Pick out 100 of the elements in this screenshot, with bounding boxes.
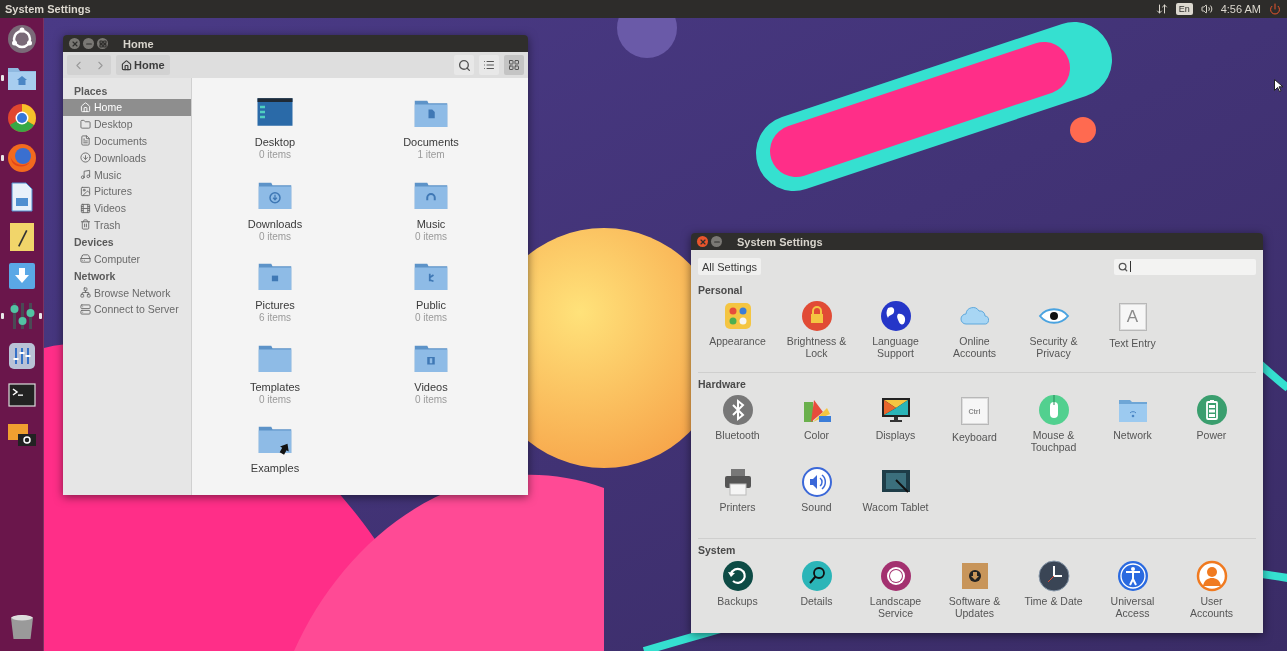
squares-icon [98, 39, 107, 48]
settings-item-label[interactable]: Bluetooth [704, 430, 771, 442]
accessibility-icon[interactable] [1116, 560, 1149, 592]
file-name[interactable]: Downloads [247, 217, 303, 231]
item-count: 0 items [414, 312, 448, 324]
home-icon [80, 101, 91, 113]
settings-item-label[interactable]: Displays [862, 430, 929, 442]
search-icon [1118, 261, 1128, 272]
settings-item-label[interactable]: Universal Access [1099, 596, 1166, 619]
settings-item-label[interactable]: Software & Updates [941, 596, 1008, 619]
battery-icon[interactable] [1195, 394, 1228, 426]
section-heading: Personal [698, 284, 744, 297]
file-name[interactable]: Documents [403, 136, 459, 149]
section-heading: Hardware [698, 378, 747, 391]
search-button[interactable] [454, 55, 474, 75]
settings-item-label[interactable]: Wacom Tablet [862, 502, 929, 514]
file-name[interactable]: Public [416, 299, 446, 312]
sidebar-item[interactable]: Documents [63, 132, 191, 150]
settings-item-label[interactable]: Backups [704, 596, 771, 608]
trash-icon [80, 219, 91, 231]
settings-item-label[interactable]: Sound [783, 502, 850, 514]
minimize-button[interactable] [711, 236, 722, 247]
list-icon [483, 59, 495, 71]
settings-item-label[interactable]: Details [783, 596, 850, 608]
sidebar-item[interactable]: Downloads [63, 149, 191, 167]
planet-circle [1070, 117, 1096, 143]
path-button[interactable]: Home [116, 55, 170, 75]
download-icon [80, 152, 91, 164]
file-name[interactable]: Videos [414, 380, 448, 394]
mouse-pointer-icon [1274, 79, 1283, 92]
settings-item-label[interactable]: Brightness & Lock [783, 336, 850, 359]
document-icon [80, 135, 91, 147]
settings-item-label[interactable]: User Accounts [1178, 596, 1245, 619]
sidebar-item[interactable]: Home [63, 99, 191, 116]
letter-key-tile[interactable]: A [1118, 303, 1147, 331]
list-view-button[interactable] [479, 55, 499, 75]
settings-item-label[interactable]: Text Entry [1099, 338, 1166, 350]
sidebar-heading: Places [73, 84, 109, 99]
sidebar-item[interactable]: Desktop [63, 115, 191, 133]
file-name[interactable]: Desktop [254, 136, 296, 149]
minimize-button[interactable] [83, 38, 94, 49]
file-name[interactable]: Examples [250, 462, 300, 475]
bluetooth-icon[interactable] [721, 394, 754, 426]
browser-circle-icon[interactable] [5, 102, 38, 134]
person-icon[interactable] [1195, 560, 1228, 592]
window-title: System Settings [737, 235, 823, 248]
settings-item-label[interactable]: Mouse & Touchpad [1020, 430, 1087, 453]
power-icon[interactable] [1269, 3, 1281, 15]
section-heading: System [698, 544, 737, 557]
search-field[interactable] [1114, 258, 1256, 275]
sidebar-item[interactable]: Videos [63, 199, 191, 217]
clock[interactable]: 4:56 AM [1220, 3, 1261, 15]
music-note-icon [80, 169, 91, 181]
speaker-icon[interactable] [800, 466, 833, 498]
sidebar-item[interactable]: Pictures [63, 183, 191, 200]
home-icon [121, 59, 132, 71]
close-button[interactable] [69, 38, 80, 49]
file-name[interactable]: Pictures [255, 299, 295, 312]
sidebar-heading: Network [73, 269, 117, 285]
maximize-button[interactable] [97, 38, 108, 49]
network-arrows-icon[interactable] [1155, 3, 1168, 15]
settings-item-label[interactable]: Time & Date [1020, 596, 1087, 608]
file-name[interactable]: Music [416, 217, 446, 231]
close-button[interactable] [697, 236, 708, 247]
magnifier-icon[interactable] [800, 560, 833, 592]
grid-view-button[interactable] [504, 55, 524, 75]
all-settings-button[interactable]: All Settings [698, 258, 762, 275]
ubuntu-logo-icon[interactable] [5, 22, 38, 55]
settings-item-label[interactable]: Language Support [862, 336, 929, 359]
item-count: 0 items [258, 393, 292, 406]
grid-icon [508, 59, 520, 71]
fox-globe-icon[interactable] [5, 141, 38, 174]
item-count: 0 items [258, 230, 292, 243]
keyboard-layout-indicator[interactable]: En [1175, 3, 1193, 15]
sidebar-item[interactable]: Browse Network [63, 284, 191, 301]
settings-item-label[interactable]: Appearance [704, 336, 771, 348]
drive-icon [80, 253, 91, 265]
padlock-icon[interactable] [800, 300, 833, 332]
sidebar-item[interactable]: Connect to Server [63, 300, 191, 318]
volume-icon[interactable] [1200, 3, 1213, 15]
sidebar-item[interactable]: Music [63, 166, 191, 183]
network-icon [80, 287, 91, 299]
settings-item-label[interactable]: Landscape Service [862, 596, 929, 619]
globe-icon[interactable] [879, 300, 912, 332]
sidebar-heading: Devices [73, 235, 115, 251]
settings-item-label[interactable]: Online Accounts [941, 336, 1008, 359]
ring-icon[interactable] [879, 560, 912, 592]
file-name[interactable]: Templates [249, 380, 301, 394]
settings-item-label[interactable]: Network [1099, 430, 1166, 442]
item-count: 0 items [414, 230, 448, 243]
settings-item-label[interactable]: Keyboard [941, 432, 1008, 444]
settings-item-label[interactable]: Printers [704, 502, 771, 514]
settings-item-label[interactable]: Color [783, 430, 850, 442]
settings-item-label[interactable]: Security & Privacy [1020, 336, 1087, 359]
clock-icon[interactable] [1037, 560, 1070, 592]
close-icon [70, 39, 79, 48]
settings-item-label[interactable]: Power [1178, 430, 1245, 442]
film-icon [80, 202, 91, 214]
sidebar-item[interactable]: Computer [63, 250, 191, 268]
sidebar-item[interactable]: Trash [63, 216, 191, 234]
